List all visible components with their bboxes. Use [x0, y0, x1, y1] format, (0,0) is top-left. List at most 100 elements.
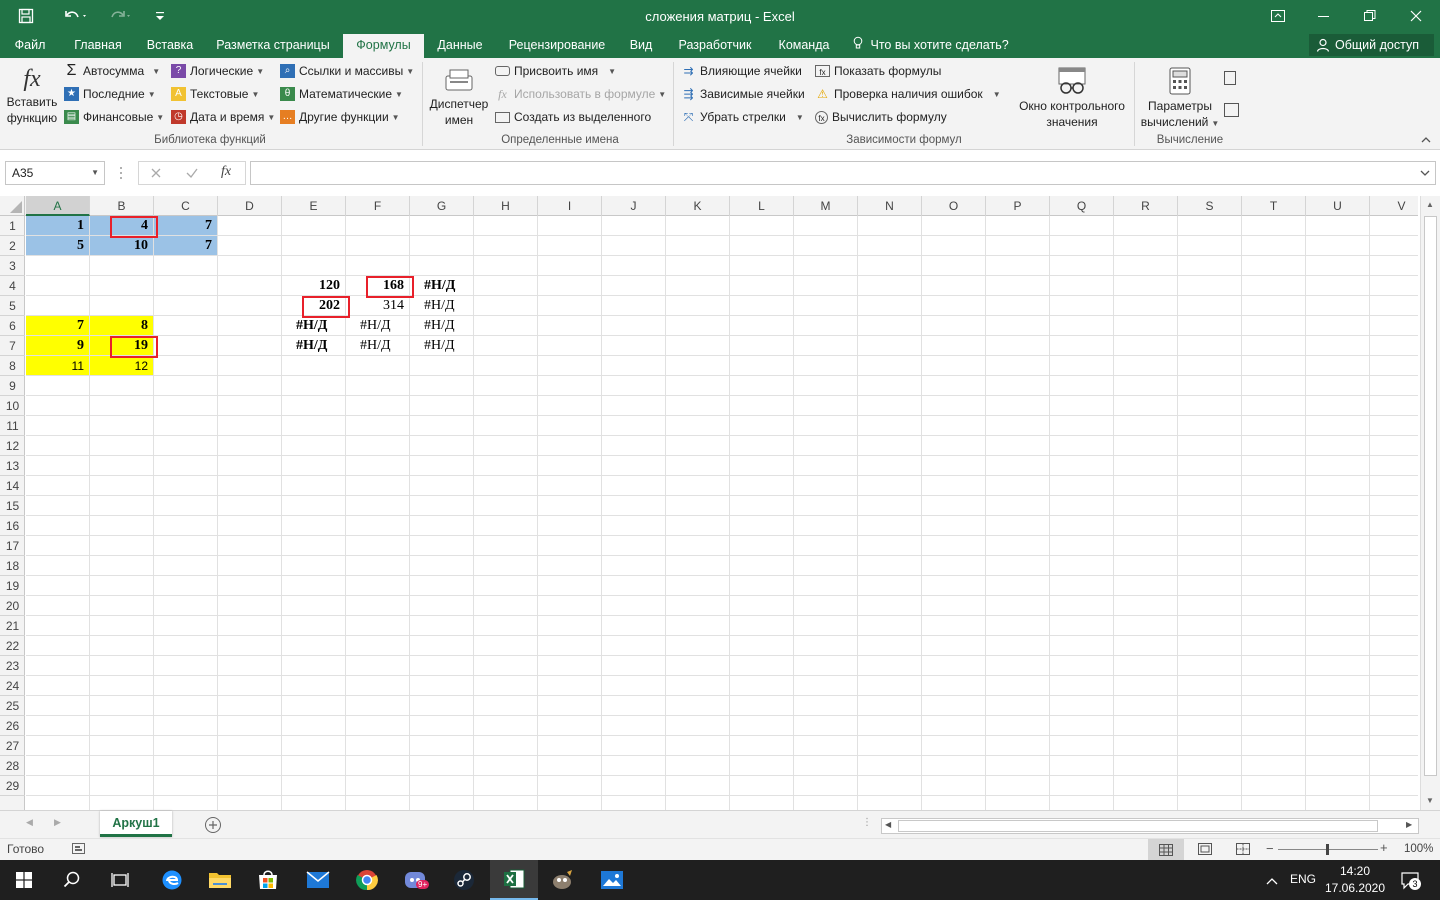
name-box[interactable]: A35 ▼ [5, 161, 105, 185]
math-button[interactable]: θ Математические ▼ [280, 84, 403, 104]
tab-team[interactable]: Команда [770, 34, 838, 58]
column-header-d[interactable]: D [218, 196, 282, 216]
column-header-q[interactable]: Q [1050, 196, 1114, 216]
tab-data[interactable]: Данные [430, 34, 490, 58]
row-header-7[interactable]: 7 [0, 336, 25, 356]
discord-icon[interactable]: 9+ [392, 860, 440, 900]
cell-g4[interactable]: #Н/Д [410, 276, 474, 296]
language-indicator[interactable]: ENG [1290, 872, 1316, 886]
tab-review[interactable]: Рецензирование [500, 34, 614, 58]
scroll-down-icon[interactable]: ▼ [1426, 796, 1434, 805]
financial-button[interactable]: ▤ Финансовые ▼ [64, 107, 164, 127]
row-header-2[interactable]: 2 [0, 236, 25, 256]
row-header-21[interactable]: 21 [0, 616, 25, 636]
cell-a1[interactable]: 1 [26, 216, 90, 236]
sheet-scroll-left-icon[interactable]: ◀ [26, 817, 33, 828]
tab-insert[interactable]: Вставка [140, 34, 200, 58]
minimize-button[interactable] [1301, 0, 1347, 32]
column-header-l[interactable]: L [730, 196, 794, 216]
other-functions-button[interactable]: … Другие функции ▼ [280, 107, 400, 127]
recent-button[interactable]: ★ Последние ▼ [64, 84, 156, 104]
task-view-icon[interactable] [96, 860, 144, 900]
normal-view-icon[interactable] [1148, 839, 1184, 860]
row-header-19[interactable]: 19 [0, 576, 25, 596]
row-header-25[interactable]: 25 [0, 696, 25, 716]
sheet-scroll-right-icon[interactable]: ▶ [54, 817, 61, 828]
microsoft-store-icon[interactable] [244, 860, 292, 900]
cell-c1[interactable]: 7 [154, 216, 218, 236]
remove-arrows-button[interactable]: ⤧ Убрать стрелки ▼ [681, 107, 804, 127]
row-header-26[interactable]: 26 [0, 716, 25, 736]
calculate-now-button[interactable] [1224, 68, 1240, 88]
mail-icon[interactable] [294, 860, 342, 900]
file-explorer-icon[interactable] [196, 860, 244, 900]
zoom-in-icon[interactable]: + [1380, 840, 1388, 855]
cell-a6[interactable]: 7 [26, 316, 90, 336]
row-header-3[interactable]: 3 [0, 256, 25, 276]
insert-function-button[interactable]: fx Вставить функцию [4, 64, 60, 126]
scroll-right-icon[interactable]: ▶ [1406, 820, 1412, 829]
row-header-24[interactable]: 24 [0, 676, 25, 696]
use-in-formula-button[interactable]: fx Использовать в формуле ▼ [495, 84, 666, 104]
tab-file[interactable]: Файл [8, 34, 52, 58]
cell-b8[interactable]: 12 [90, 356, 154, 376]
column-header-i[interactable]: I [538, 196, 602, 216]
excel-taskbar-icon[interactable] [490, 860, 538, 900]
chrome-icon[interactable] [343, 860, 391, 900]
row-header-12[interactable]: 12 [0, 436, 25, 456]
cells-area[interactable]: 1 4 7 5 10 7 120 168 #Н/Д 202 314 #Н/Д #Н/Д #Н/Д #Н/Д #… [26, 216, 1434, 810]
column-header-u[interactable]: U [1306, 196, 1370, 216]
tab-formulas[interactable]: Формулы [343, 34, 424, 58]
column-header-b[interactable]: B [90, 196, 154, 216]
ribbon-display-options-icon[interactable] [1255, 0, 1301, 32]
row-header-8[interactable]: 8 [0, 356, 25, 376]
cell-e7[interactable]: #Н/Д [282, 336, 346, 356]
column-header-j[interactable]: J [602, 196, 666, 216]
splitter-grip-icon[interactable]: ⋮ [862, 817, 872, 828]
column-header-c[interactable]: C [154, 196, 218, 216]
tab-view[interactable]: Вид [622, 34, 660, 58]
macro-record-icon[interactable] [72, 843, 86, 858]
page-break-view-icon[interactable] [1236, 843, 1250, 858]
insert-function-fx-icon[interactable]: fx [221, 164, 231, 180]
cell-a7[interactable]: 9 [26, 336, 90, 356]
calculation-options-button[interactable]: Параметры вычислений ▼ [1138, 64, 1222, 132]
text-button[interactable]: A Текстовые ▼ [171, 84, 259, 104]
share-button[interactable]: Общий доступ [1309, 34, 1434, 56]
tell-me-search[interactable]: Что вы хотите сделать? [853, 34, 1009, 58]
row-header-28[interactable]: 28 [0, 756, 25, 776]
zoom-slider-thumb[interactable] [1326, 844, 1329, 855]
scroll-up-icon[interactable]: ▲ [1426, 200, 1434, 209]
edge-browser-icon[interactable] [148, 860, 196, 900]
chevron-down-icon[interactable]: ▼ [91, 162, 99, 184]
row-header-11[interactable]: 11 [0, 416, 25, 436]
autosum-button[interactable]: Σ Автосумма ▼ [64, 61, 161, 81]
row-header-18[interactable]: 18 [0, 556, 25, 576]
column-header-s[interactable]: S [1178, 196, 1242, 216]
new-sheet-icon[interactable] [204, 816, 222, 837]
clock-time[interactable]: 14:20 [1330, 864, 1380, 878]
create-from-selection-button[interactable]: Создать из выделенного [495, 107, 651, 127]
horizontal-scroll-thumb[interactable] [898, 820, 1378, 832]
cell-a8[interactable]: 11 [26, 356, 90, 376]
cell-g5[interactable]: #Н/Д [410, 296, 474, 316]
cell-g7[interactable]: #Н/Д [410, 336, 474, 356]
collapse-ribbon-icon[interactable] [1420, 134, 1434, 146]
row-header-15[interactable]: 15 [0, 496, 25, 516]
cell-b6[interactable]: 8 [90, 316, 154, 336]
row-header-23[interactable]: 23 [0, 656, 25, 676]
datetime-button[interactable]: ◷ Дата и время ▼ [171, 107, 275, 127]
row-header-27[interactable]: 27 [0, 736, 25, 756]
row-header-1[interactable]: 1 [0, 216, 25, 236]
row-header-5[interactable]: 5 [0, 296, 25, 316]
column-header-h[interactable]: H [474, 196, 538, 216]
cell-g6[interactable]: #Н/Д [410, 316, 474, 336]
clock-date[interactable]: 17.06.2020 [1320, 881, 1390, 895]
photos-icon[interactable] [588, 860, 636, 900]
zoom-slider[interactable] [1278, 844, 1378, 855]
error-checking-button[interactable]: ⚠ Проверка наличия ошибок ▼ [815, 84, 1001, 104]
row-header-14[interactable]: 14 [0, 476, 25, 496]
zoom-level[interactable]: 100% [1404, 843, 1433, 855]
column-header-m[interactable]: M [794, 196, 858, 216]
cell-f6[interactable]: #Н/Д [346, 316, 410, 336]
